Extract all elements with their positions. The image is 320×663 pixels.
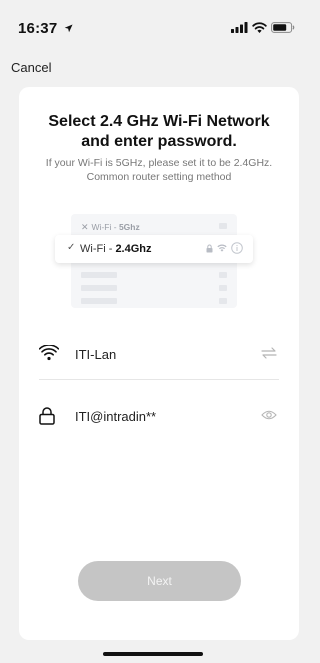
close-icon: ✕ (81, 222, 89, 232)
cancel-button[interactable]: Cancel (11, 60, 51, 75)
wifi-icon (39, 345, 59, 361)
lock-icon (39, 407, 55, 425)
illustration-placeholder (81, 272, 117, 278)
next-button[interactable]: Next (78, 561, 241, 601)
status-bar: 16:37 (0, 0, 307, 54)
check-icon: ✓ (67, 242, 76, 253)
illustration-placeholder (219, 223, 227, 229)
illustration-row-5ghz: ✕ Wi-Fi - 5Ghz (81, 222, 140, 232)
setup-card: Select 2.4 GHz Wi-Fi Network and enter p… (19, 87, 299, 640)
wifi-password-field[interactable]: ITI@intradin** (39, 397, 279, 439)
status-time: 16:37 (18, 20, 73, 37)
illustration-placeholder (219, 285, 227, 291)
illustration-placeholder (219, 298, 227, 304)
nav-bar: Cancel (0, 54, 307, 84)
illustration-placeholder (81, 285, 117, 291)
lock-icon (206, 244, 213, 252)
battery-icon (271, 22, 295, 33)
wifi-icon (252, 22, 267, 33)
illustration-placeholder (81, 298, 117, 304)
signal-icon (231, 22, 248, 33)
info-icon (231, 242, 243, 254)
page-title: Select 2.4 GHz Wi-Fi Network and enter p… (48, 113, 270, 150)
wifi-ssid-field[interactable]: ITI-Lan (39, 335, 279, 377)
field-divider (39, 379, 279, 380)
page-subtitle: If your Wi-Fi is 5GHz, please set it to … (45, 157, 273, 183)
wifi-ssid-value: ITI-Lan (75, 347, 117, 362)
location-arrow-icon (64, 24, 73, 33)
status-icons (231, 22, 295, 33)
home-indicator (103, 652, 203, 656)
switch-icon[interactable] (261, 347, 277, 359)
illustration-row-24ghz: ✓ Wi-Fi - 2.4Ghz (55, 235, 253, 263)
illustration-placeholder (219, 272, 227, 278)
wifi-password-value: ITI@intradin** (75, 409, 157, 424)
wifi-icon (217, 244, 227, 252)
eye-icon[interactable] (261, 409, 277, 421)
wifi-illustration: ✕ Wi-Fi - 5Ghz ✓ Wi-Fi - 2.4Ghz (55, 214, 253, 308)
